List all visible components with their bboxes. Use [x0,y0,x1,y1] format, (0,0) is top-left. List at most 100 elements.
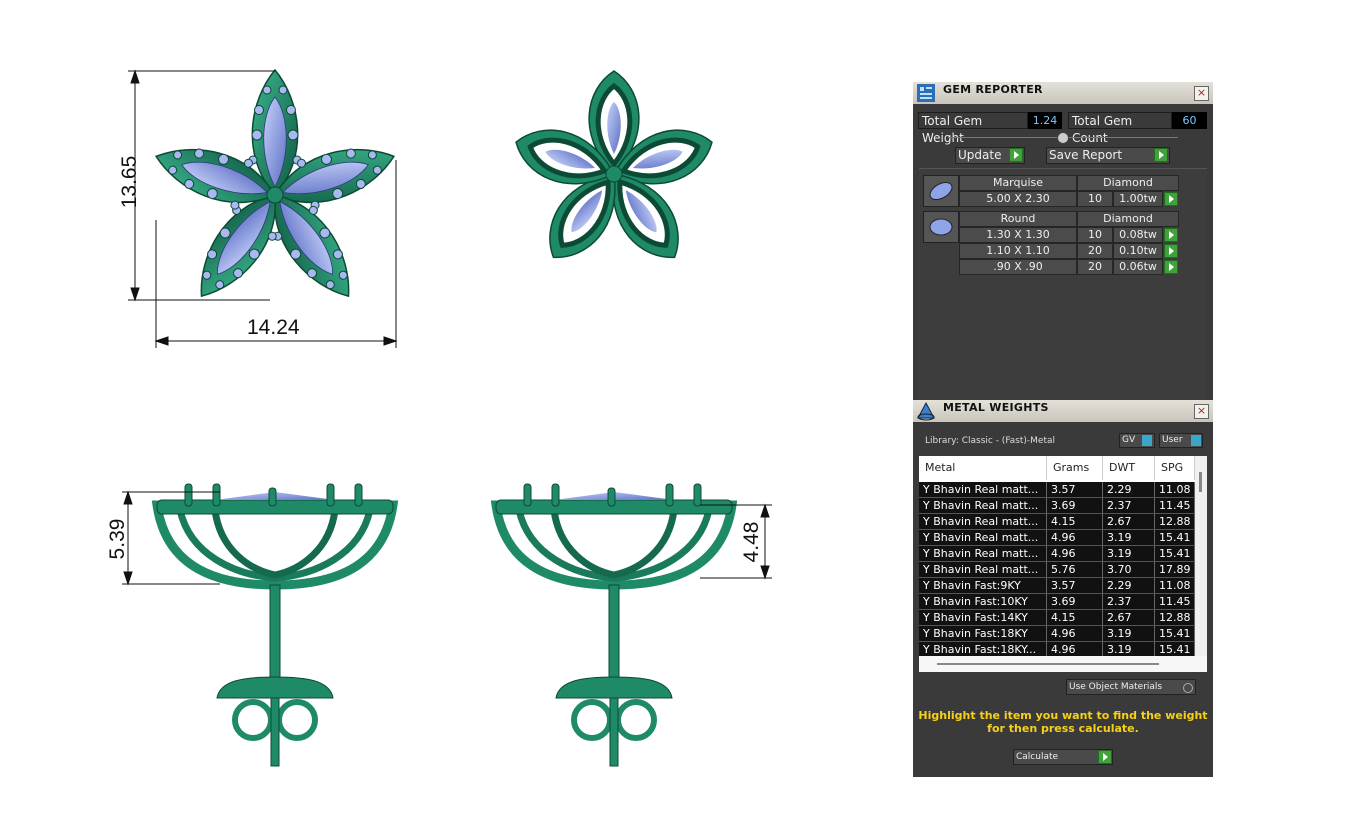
table-cell: Y Bhavin Real matt... [919,482,1047,497]
table-row[interactable]: Y Bhavin Real matt... 4.15 2.67 12.88 [919,514,1195,530]
table-row[interactable]: Y Bhavin Real matt... 4.96 3.19 15.41 [919,546,1195,562]
table-cell: 4.96 [1047,626,1103,641]
table-cell: 2.67 [1103,514,1155,529]
table-row[interactable]: Y Bhavin Fast:10KY 3.69 2.37 11.45 [919,594,1195,610]
table-cell: 4.15 [1047,610,1103,625]
table-cell: Y Bhavin Fast:9KY [919,578,1047,593]
instruction-line-2: for then press calculate. [987,722,1139,735]
column-header-spg[interactable]: SPG [1155,456,1195,480]
column-header-metal[interactable]: Metal [919,456,1047,480]
gem-reporter-close-icon[interactable]: × [1194,86,1209,101]
table-cell: 15.41 [1155,546,1195,561]
side-panel: GEM REPORTER × Total Gem Weight 1.24 Tot… [913,82,1213,777]
round-thumbnail-icon[interactable] [923,211,959,243]
table-cell: Y Bhavin Real matt... [919,514,1047,529]
update-play-icon[interactable] [1009,148,1023,162]
gem-row-count[interactable]: 20 [1077,259,1113,275]
dimension-side-left-height: 5.39 [106,518,129,560]
user-toggle-icon[interactable] [1191,435,1201,446]
column-header-grams[interactable]: Grams [1047,456,1103,480]
splitter-knob-icon[interactable] [1057,132,1069,144]
cad-drawing [122,68,772,821]
gem-group-2-cut[interactable]: Round [959,211,1077,227]
table-cell: Y Bhavin Real matt... [919,498,1047,513]
column-header-dwt[interactable]: DWT [1103,456,1155,480]
table-row[interactable]: Y Bhavin Real matt... 3.69 2.37 11.45 [919,498,1195,514]
gem-row-count[interactable]: 10 [1077,227,1113,243]
table-cell: 3.57 [1047,578,1103,593]
gem-reporter-title: GEM REPORTER [943,83,1043,96]
metal-weights-table: Metal Grams DWT SPG Y Bhavin Real matt..… [919,456,1207,672]
total-gem-count-label: Total Gem Count [1068,112,1172,145]
gem-row-play-icon[interactable] [1164,192,1178,206]
table-cell: Y Bhavin Fast:18KY... [919,642,1047,657]
table-row[interactable]: Y Bhavin Real matt... 4.96 3.19 15.41 [919,530,1195,546]
table-row[interactable]: Y Bhavin Fast:18KY 4.96 3.19 15.41 [919,626,1195,642]
top-view-back [508,70,719,272]
table-cell: 3.57 [1047,482,1103,497]
use-object-materials-label: Use Object Materials [1069,682,1163,692]
table-cell: 12.88 [1155,514,1195,529]
table-cell: 2.67 [1103,610,1155,625]
metal-weights-icon [916,401,936,421]
gem-row-play-icon[interactable] [1164,260,1178,274]
cad-viewport[interactable]: 13.65 14.24 5.39 4.48 [0,0,900,821]
save-report-play-icon[interactable] [1154,148,1168,162]
gv-toggle-icon[interactable] [1142,435,1152,446]
gem-row-size[interactable]: 1.30 X 1.30 [959,227,1077,243]
gem-row-size[interactable]: 1.10 X 1.10 [959,243,1077,259]
gem-row-play-icon[interactable] [1164,228,1178,242]
table-row[interactable]: Y Bhavin Fast:9KY 3.57 2.29 11.08 [919,578,1195,594]
use-object-materials-checkbox[interactable]: Use Object Materials [1066,679,1196,695]
gem-reporter-titlebar[interactable]: GEM REPORTER × [913,82,1213,104]
table-cell: 15.41 [1155,626,1195,641]
top-view-front [147,68,403,313]
gem-group-1-cut[interactable]: Marquise [959,175,1077,191]
table-cell: 11.45 [1155,594,1195,609]
gem-group-2-material[interactable]: Diamond [1077,211,1179,227]
table-cell: 3.19 [1103,642,1155,657]
calculate-play-icon[interactable] [1098,750,1112,764]
gem-row-count[interactable]: 10 [1077,191,1113,207]
gem-list: Marquise Diamond 5.00 X 2.30 10 1.00tw R… [919,168,1207,403]
table-cell: 3.19 [1103,626,1155,641]
gem-row-weight[interactable]: 0.06tw [1113,259,1163,275]
gem-row-weight[interactable]: 1.00tw [1113,191,1163,207]
table-cell: Y Bhavin Fast:14KY [919,610,1047,625]
table-cell: Y Bhavin Real matt... [919,562,1047,577]
table-cell: 15.41 [1155,642,1195,657]
metal-weights-close-icon[interactable]: × [1194,404,1209,419]
total-gem-weight-label: Total Gem Weight [918,112,1028,145]
gem-row-size[interactable]: .90 X .90 [959,259,1077,275]
table-cell: Y Bhavin Real matt... [919,530,1047,545]
gem-group-1-material[interactable]: Diamond [1077,175,1179,191]
calculate-button-label: Calculate [1016,752,1059,762]
gem-row-weight[interactable]: 0.08tw [1113,227,1163,243]
save-report-button[interactable]: Save Report [1046,147,1170,164]
table-cell: 2.29 [1103,578,1155,593]
table-cell: 15.41 [1155,530,1195,545]
metal-weights-titlebar[interactable]: METAL WEIGHTS × [913,400,1213,422]
use-object-materials-radio-icon[interactable] [1183,683,1193,693]
table-cell: 2.37 [1103,498,1155,513]
dimension-side-right-height: 4.48 [740,521,763,563]
vertical-scroll-thumb[interactable] [1199,472,1202,492]
marquise-thumbnail-icon[interactable] [923,175,959,207]
gem-row-size[interactable]: 5.00 X 2.30 [959,191,1077,207]
table-cell: 4.96 [1047,530,1103,545]
side-view-left [151,483,399,767]
table-cell: 17.89 [1155,562,1195,577]
gem-row-weight[interactable]: 0.10tw [1113,243,1163,259]
gem-row-count[interactable]: 20 [1077,243,1113,259]
table-cell: 3.19 [1103,530,1155,545]
table-row[interactable]: Y Bhavin Real matt... 5.76 3.70 17.89 [919,562,1195,578]
table-row[interactable]: Y Bhavin Real matt... 3.57 2.29 11.08 [919,482,1195,498]
update-button-label: Update [958,148,1002,162]
gem-row-play-icon[interactable] [1164,244,1178,258]
table-cell: 2.29 [1103,482,1155,497]
instruction-line-1: Highlight the item you want to find the … [918,709,1208,722]
user-toggle-label: User [1162,435,1183,445]
table-row[interactable]: Y Bhavin Fast:14KY 4.15 2.67 12.88 [919,610,1195,626]
table-cell: 4.96 [1047,642,1103,657]
horizontal-scroll-thumb[interactable] [937,663,1159,665]
